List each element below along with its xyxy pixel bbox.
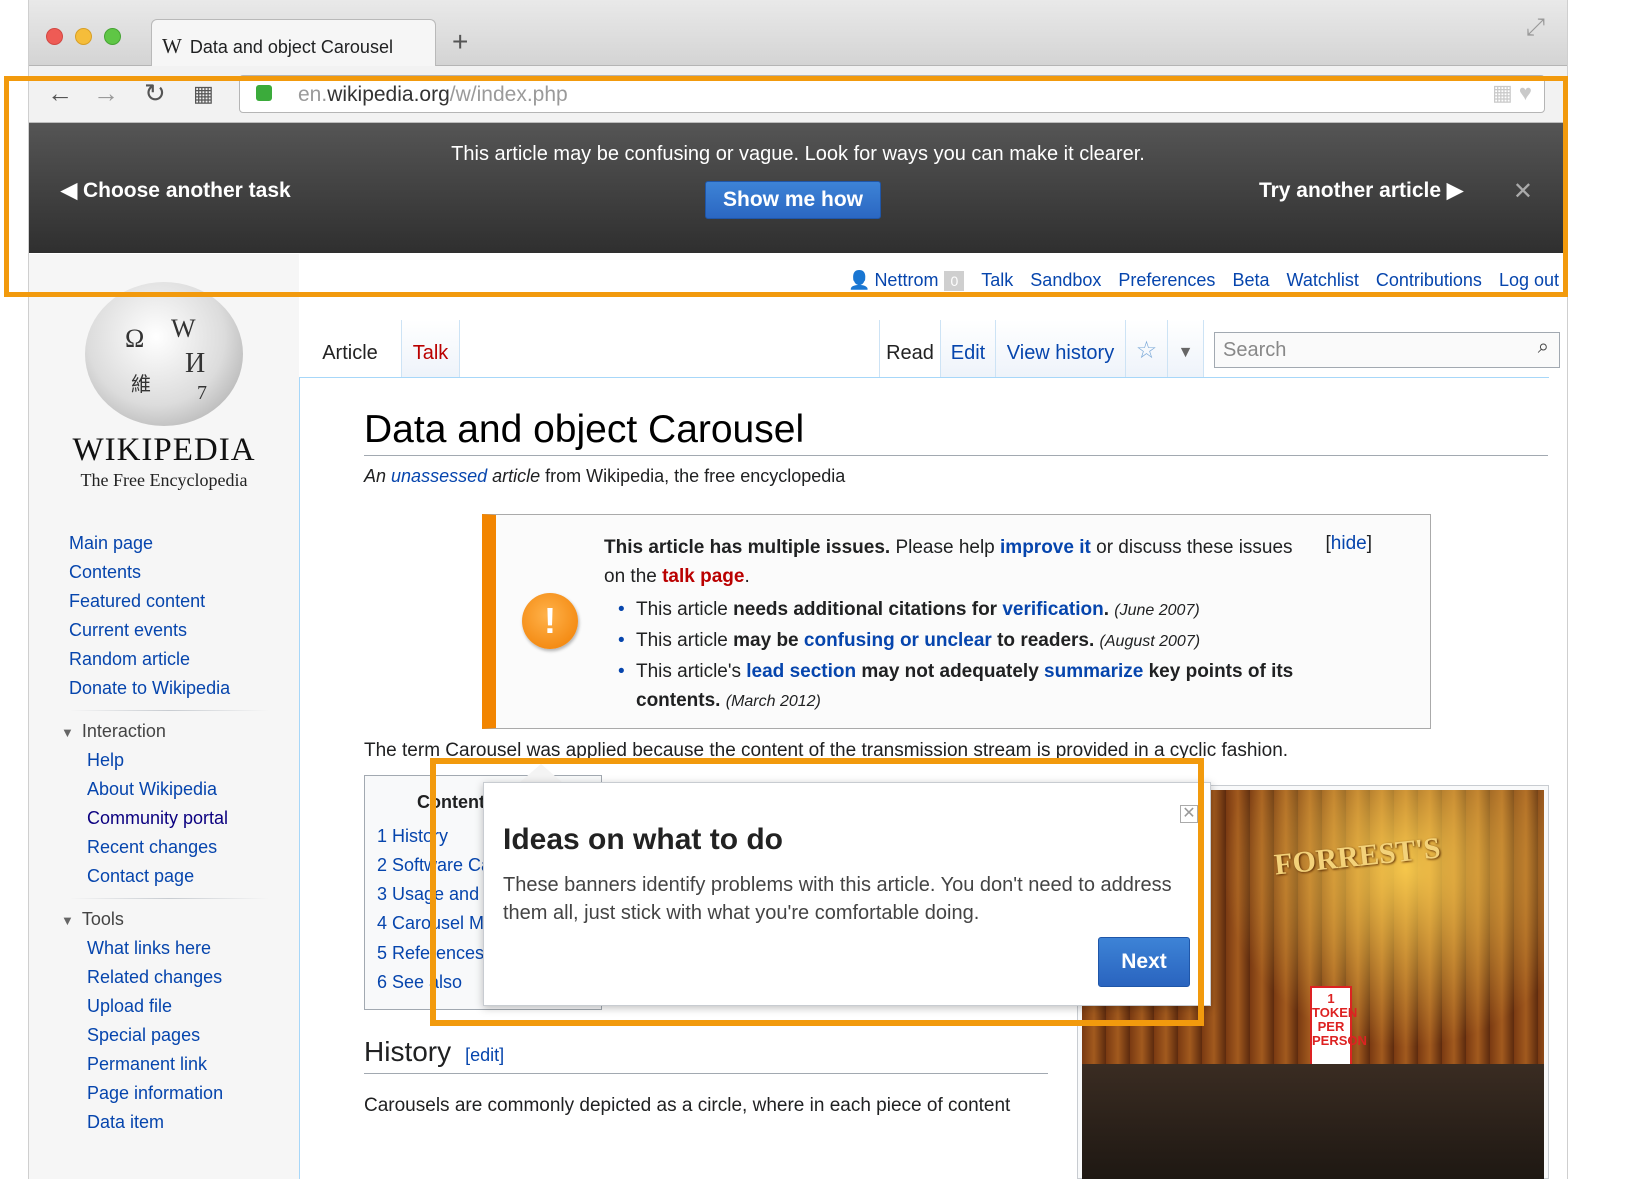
unassessed-link[interactable]: unassessed: [391, 466, 487, 486]
browser-tab[interactable]: W Data and object Carousel: [151, 19, 436, 67]
subtitle-suffix: from Wikipedia, the free encyclopedia: [540, 466, 846, 486]
tools-heading[interactable]: ▼ Tools: [61, 909, 124, 930]
search-placeholder: Search: [1223, 339, 1287, 361]
sidebar-item-contact-page[interactable]: Contact page: [87, 866, 194, 887]
fullscreen-icon[interactable]: ⤢: [1526, 14, 1545, 42]
issues-text: .: [744, 566, 750, 587]
summarize-link[interactable]: summarize: [1044, 661, 1143, 682]
crowd-silhouette: [1082, 1064, 1544, 1179]
issue-text: This article: [636, 630, 734, 651]
watch-star-icon[interactable]: ☆: [1126, 320, 1168, 377]
issue-bold: may not adequately: [856, 661, 1045, 682]
sidebar-divider: [69, 710, 269, 711]
sidebar-item-contents[interactable]: Contents: [69, 562, 141, 583]
history-paragraph: Carousels are commonly depicted as a cir…: [364, 1095, 1011, 1116]
sidebar-item-data-item[interactable]: Data item: [87, 1112, 164, 1133]
collapse-triangle-icon: ▼: [61, 913, 74, 928]
tab-view-history[interactable]: View history: [996, 320, 1126, 377]
sidebar-item-page-information[interactable]: Page information: [87, 1083, 223, 1104]
talk-page-link[interactable]: talk page: [662, 566, 744, 587]
sidebar-item-about[interactable]: About Wikipedia: [87, 779, 217, 800]
issue-text: This article's: [636, 661, 747, 682]
verification-link[interactable]: verification: [1002, 599, 1103, 620]
site-subtitle: An unassessed article from Wikipedia, th…: [364, 466, 845, 487]
wikipedia-globe-logo[interactable]: Ω W И 維 7: [85, 282, 243, 426]
sidebar-item-community-portal[interactable]: Community portal: [87, 808, 228, 829]
sidebar-item-current-events[interactable]: Current events: [69, 620, 187, 641]
issue-item: This article needs additional citations …: [618, 595, 1376, 625]
section-divider: [364, 1073, 1048, 1074]
tab-article[interactable]: Article: [299, 320, 402, 377]
token-sign: 1 TOKEN PER PERSON: [1310, 986, 1367, 1076]
new-tab-button[interactable]: +: [452, 26, 468, 58]
issues-heading: This article has multiple issues.: [604, 537, 891, 558]
wikipedia-favicon-icon: W: [162, 34, 182, 58]
search-input[interactable]: Search ⌕: [1214, 332, 1560, 368]
page-title: Data and object Carousel: [364, 408, 805, 451]
search-icon[interactable]: ⌕: [1538, 336, 1549, 359]
tools-heading-label: Tools: [81, 909, 124, 929]
warning-exclamation-icon: !: [522, 593, 578, 649]
sidebar-item-random-article[interactable]: Random article: [69, 649, 190, 670]
subtitle-prefix: An: [364, 466, 392, 486]
hide-link[interactable]: hide: [1331, 533, 1367, 554]
title-divider: [364, 455, 1548, 456]
interaction-heading[interactable]: ▼ Interaction: [61, 721, 166, 742]
minimize-window-button[interactable]: [75, 28, 92, 45]
sidebar-item-special-pages[interactable]: Special pages: [87, 1025, 200, 1046]
highlight-frame-banner: [4, 76, 1568, 297]
collapse-triangle-icon: ▼: [61, 725, 74, 740]
carousel-sign-text: FORREST'S: [1272, 831, 1442, 882]
history-heading-label: History: [364, 1036, 452, 1067]
sidebar-item-permanent-link[interactable]: Permanent link: [87, 1054, 207, 1075]
sidebar-item-featured-content[interactable]: Featured content: [69, 591, 205, 612]
issues-text: Please help: [890, 537, 1001, 558]
more-dropdown-icon[interactable]: ▼: [1168, 320, 1204, 377]
issue-bold: may be: [733, 630, 804, 651]
highlight-frame-popup: [430, 758, 1204, 1026]
wikipedia-tagline: The Free Encyclopedia: [80, 470, 248, 490]
zoom-window-button[interactable]: [104, 28, 121, 45]
wikipedia-wordmark: WIKIPEDIA: [72, 432, 256, 468]
tab-title: Data and object Carousel: [189, 37, 393, 57]
sidebar-item-donate[interactable]: Donate to Wikipedia: [69, 678, 230, 699]
multiple-issues-box: ! This article has multiple issues. Plea…: [482, 514, 1431, 729]
lead-section-link[interactable]: lead section: [746, 661, 856, 682]
tab-edit[interactable]: Edit: [941, 320, 996, 377]
tab-read[interactable]: Read: [879, 320, 941, 377]
issue-item: This article may be confusing or unclear…: [618, 626, 1376, 656]
sidebar-divider: [69, 898, 269, 899]
tab-strip: W Data and object Carousel + ⤢: [29, 0, 1567, 67]
confusing-or-unclear-link[interactable]: confusing or unclear: [804, 630, 992, 651]
issue-date: (March 2012): [725, 693, 821, 710]
tab-talk[interactable]: Talk: [402, 320, 460, 377]
close-window-button[interactable]: [46, 28, 63, 45]
issue-date: (August 2007): [1099, 633, 1201, 650]
sidebar-item-help[interactable]: Help: [87, 750, 124, 771]
issue-text: .: [1103, 599, 1109, 620]
issues-summary: This article has multiple issues. Please…: [604, 533, 1304, 591]
issue-item: This article's lead section may not adeq…: [618, 657, 1376, 716]
history-edit-link[interactable]: [edit]: [465, 1045, 504, 1065]
improve-it-link[interactable]: improve it: [1000, 537, 1091, 558]
subtitle-article: article: [487, 466, 541, 486]
issue-text: This article: [636, 599, 734, 620]
issue-text: to readers.: [991, 630, 1095, 651]
interaction-heading-label: Interaction: [81, 721, 166, 741]
history-section-heading: History [edit]: [364, 1036, 504, 1068]
issue-bold: needs additional citations for: [733, 599, 1003, 620]
sidebar-item-upload-file[interactable]: Upload file: [87, 996, 172, 1017]
issue-date: (June 2007): [1114, 602, 1200, 619]
sidebar-item-main-page[interactable]: Main page: [69, 533, 153, 554]
sidebar-item-related-changes[interactable]: Related changes: [87, 967, 222, 988]
sidebar-item-what-links-here[interactable]: What links here: [87, 938, 211, 959]
hide-issues-toggle[interactable]: [hide]: [1326, 533, 1372, 555]
sidebar-item-recent-changes[interactable]: Recent changes: [87, 837, 217, 858]
